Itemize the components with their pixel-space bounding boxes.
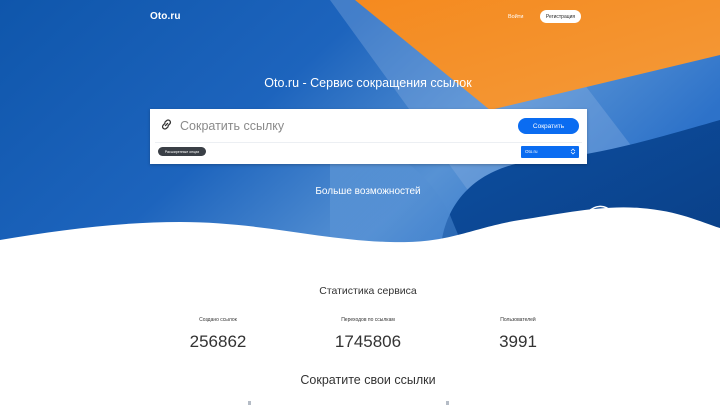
- stat-label-links: Создано ссылок: [199, 317, 237, 323]
- register-button[interactable]: Регистрация: [540, 10, 581, 23]
- stats-title: Статистика сервиса: [319, 285, 417, 297]
- more-features-link[interactable]: Больше возможностей: [0, 186, 720, 197]
- stat-value-clicks: 1745806: [334, 332, 402, 351]
- login-link[interactable]: Войти: [508, 14, 523, 20]
- stat-value-links: 256862: [189, 332, 247, 351]
- shorten-button[interactable]: Сократить: [518, 118, 579, 134]
- form-divider: [155, 142, 582, 143]
- shorten-section-title: Сократите свои ссылки: [300, 373, 436, 387]
- url-input[interactable]: [180, 116, 510, 136]
- hero-title: Oto.ru - Сервис сокращения ссылок: [264, 76, 472, 90]
- top-navigation: Oto.ru Войти Регистрация: [0, 0, 720, 34]
- shorten-form: Сократить Расширенные опции Oto.ru: [150, 109, 587, 164]
- link-icon: [162, 119, 171, 130]
- stat-label-users: Пользователей: [500, 317, 536, 323]
- site-logo[interactable]: Oto.ru: [150, 11, 181, 22]
- stat-value-users: 3991: [499, 332, 537, 351]
- hero-section: Oto.ru Войти Регистрация Oto.ru - Сервис…: [0, 0, 720, 262]
- stat-label-clicks: Переходов по ссылкам: [341, 317, 395, 323]
- chevron-up-down-icon: [570, 148, 576, 155]
- feature-icon-partial: [248, 401, 251, 405]
- domain-select-value: Oto.ru: [525, 149, 538, 154]
- domain-select[interactable]: Oto.ru: [521, 146, 579, 158]
- advanced-options-button[interactable]: Расширенные опции: [158, 147, 206, 156]
- feature-icon-partial: [446, 401, 449, 405]
